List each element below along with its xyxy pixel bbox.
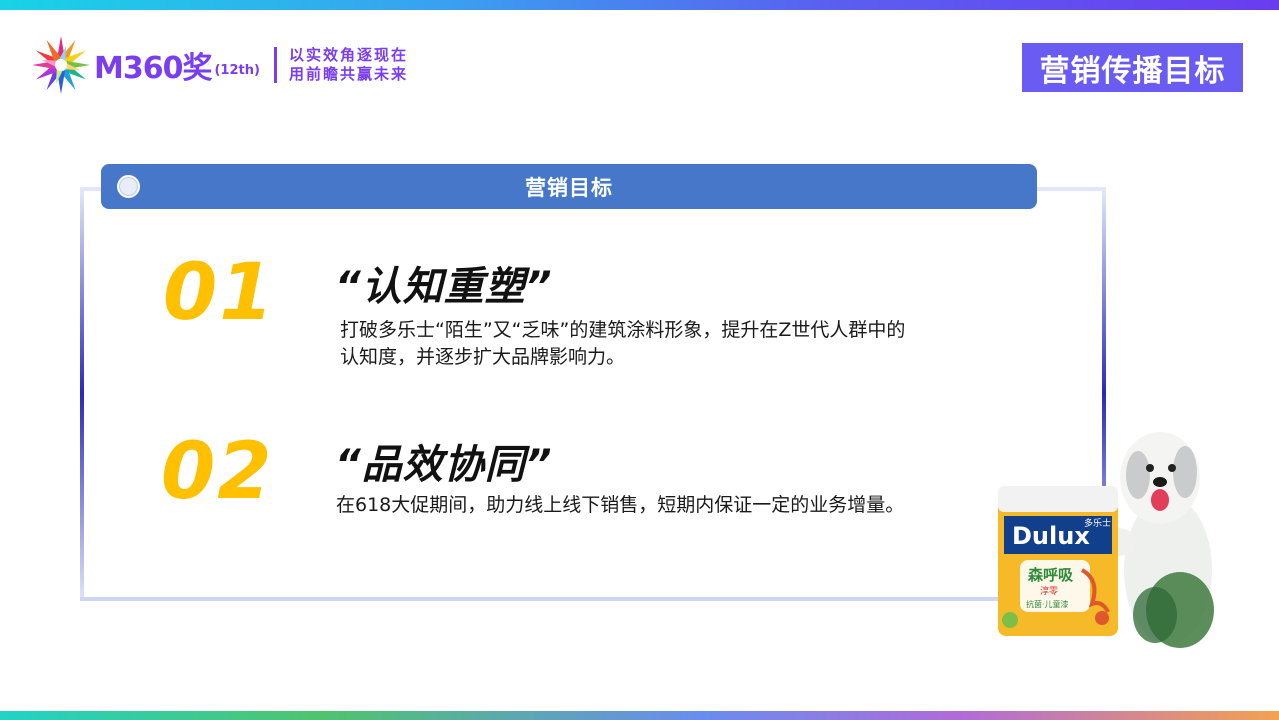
logo-edition: (12th) bbox=[214, 62, 260, 78]
starburst-icon bbox=[32, 36, 90, 94]
goal-description-2: 在618大促期间，助力线上线下销售，短期内保证一定的业务增量。 bbox=[336, 494, 905, 516]
bottom-gradient-bar bbox=[0, 711, 1279, 720]
header-circle-icon bbox=[117, 175, 140, 198]
section-title: 营销目标 bbox=[525, 175, 613, 200]
page-title: 营销传播目标 bbox=[1022, 43, 1243, 92]
slogan-line-2: 用前瞻共赢未来 bbox=[288, 65, 408, 83]
product-name: 森呼吸 bbox=[1028, 566, 1074, 584]
goal-title-2: “品效协同” bbox=[335, 442, 553, 488]
goal-number-1: 01 bbox=[163, 248, 276, 338]
dulux-product-image: Dulux 多乐士 森呼吸 淳零 抗菌·儿童漆 bbox=[998, 432, 1214, 648]
goal-number-2: 02 bbox=[161, 427, 274, 517]
dulux-brand-text: Dulux bbox=[1012, 522, 1090, 550]
product-sub: 淳零 bbox=[1040, 585, 1058, 597]
product-tag: 抗菌·儿童漆 bbox=[1026, 599, 1069, 609]
m360-logo: M360奖 (12th) 以实效角逐现在 用前瞻共赢未来 bbox=[30, 34, 408, 96]
logo-brand-text: M360奖 bbox=[94, 51, 212, 86]
goal-title-1: “认知重塑” bbox=[335, 264, 553, 310]
slogan-line-1: 以实效角逐现在 bbox=[288, 46, 408, 64]
section-header-bar: 营销目标 bbox=[101, 164, 1037, 209]
logo-slogan: 以实效角逐现在 用前瞻共赢未来 bbox=[289, 46, 408, 84]
logo-divider bbox=[273, 47, 277, 83]
dulux-brand-cn: 多乐士 bbox=[1084, 517, 1111, 529]
goal-description-1: 打破多乐士“陌生”又“乏味”的建筑涂料形象，提升在Z世代人群中的认知度，并逐步扩… bbox=[340, 319, 906, 368]
top-gradient-bar bbox=[0, 0, 1279, 10]
